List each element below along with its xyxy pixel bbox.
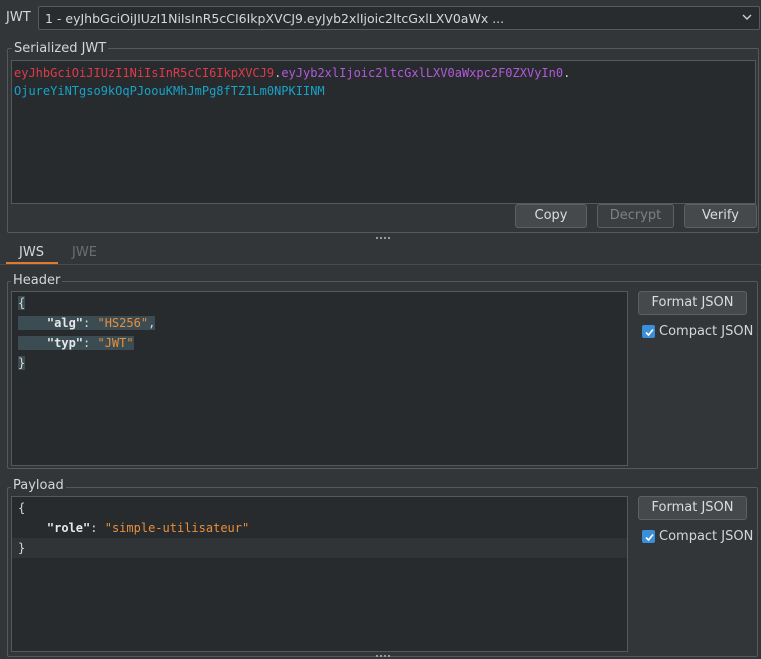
tab-jws[interactable]: JWS [19, 245, 44, 260]
jwt-select[interactable]: 1 - eyJhbGciOiJIUzI1NiIsInR5cCI6IkpXVCJ9… [38, 6, 760, 30]
jwt-payload-segment: eyJyb2xlIjoic2ltcGxlLXV0aWxpc2F0ZXVyIn0 [281, 66, 564, 80]
serialized-jwt-legend: Serialized JWT [12, 41, 109, 56]
header-typ-key: "typ" [46, 336, 84, 350]
header-alg-key: "alg" [46, 316, 84, 330]
tab-jwe[interactable]: JWE [72, 245, 97, 260]
jwt-signature-segment: OjureYiNTgso9kOqPJoouKMhJmPg8fTZ1Lm0NPKI… [14, 84, 325, 98]
split-handle-bottom[interactable] [376, 655, 390, 658]
header-typ-value: "JWT" [97, 336, 134, 350]
split-handle-top[interactable] [376, 237, 390, 240]
jwt-label: JWT [6, 10, 31, 25]
payload-current-line: } [12, 538, 627, 558]
tabs-divider [0, 264, 761, 265]
header-close-brace: } [18, 356, 26, 370]
json-comma: , [148, 316, 156, 330]
jwt-select-value: 1 - eyJhbGciOiJIUzI1NiIsInR5cCI6IkpXVCJ9… [45, 11, 505, 26]
payload-compact-json-label: Compact JSON [659, 529, 754, 544]
decrypt-button[interactable]: Decrypt [597, 204, 674, 228]
json-colon: : [83, 336, 98, 350]
json-colon: : [83, 316, 98, 330]
header-legend: Header [11, 273, 63, 288]
header-alg-value: "HS256" [97, 316, 149, 330]
payload-json-editor[interactable]: { "role": "simple-utilisateur" } [11, 496, 628, 652]
header-open-brace: { [18, 296, 26, 310]
payload-legend: Payload [11, 478, 66, 493]
jwt-dot: . [563, 66, 571, 80]
check-icon [645, 328, 654, 337]
copy-button[interactable]: Copy [515, 204, 587, 228]
payload-role-key: "role" [46, 521, 91, 535]
chevron-down-icon [741, 11, 753, 23]
payload-format-json-button[interactable]: Format JSON [638, 496, 747, 520]
header-compact-json-label: Compact JSON [659, 324, 754, 339]
payload-open-brace: { [18, 501, 26, 515]
header-json-editor[interactable]: { "alg": "HS256", "typ": "JWT" } [11, 291, 628, 466]
payload-close-brace: } [18, 541, 26, 555]
payload-role-value: "simple-utilisateur" [104, 521, 250, 535]
check-icon [645, 533, 654, 542]
serialized-jwt-editor[interactable]: eyJhbGciOiJIUzI1NiIsInR5cCI6IkpXVCJ9.eyJ… [11, 60, 756, 204]
verify-button[interactable]: Verify [684, 204, 757, 228]
json-colon: : [90, 521, 105, 535]
jwt-header-segment: eyJhbGciOiJIUzI1NiIsInR5cCI6IkpXVCJ9 [14, 66, 275, 80]
header-format-json-button[interactable]: Format JSON [638, 291, 747, 315]
header-compact-json-checkbox[interactable] [642, 325, 655, 338]
payload-compact-json-checkbox[interactable] [642, 530, 655, 543]
